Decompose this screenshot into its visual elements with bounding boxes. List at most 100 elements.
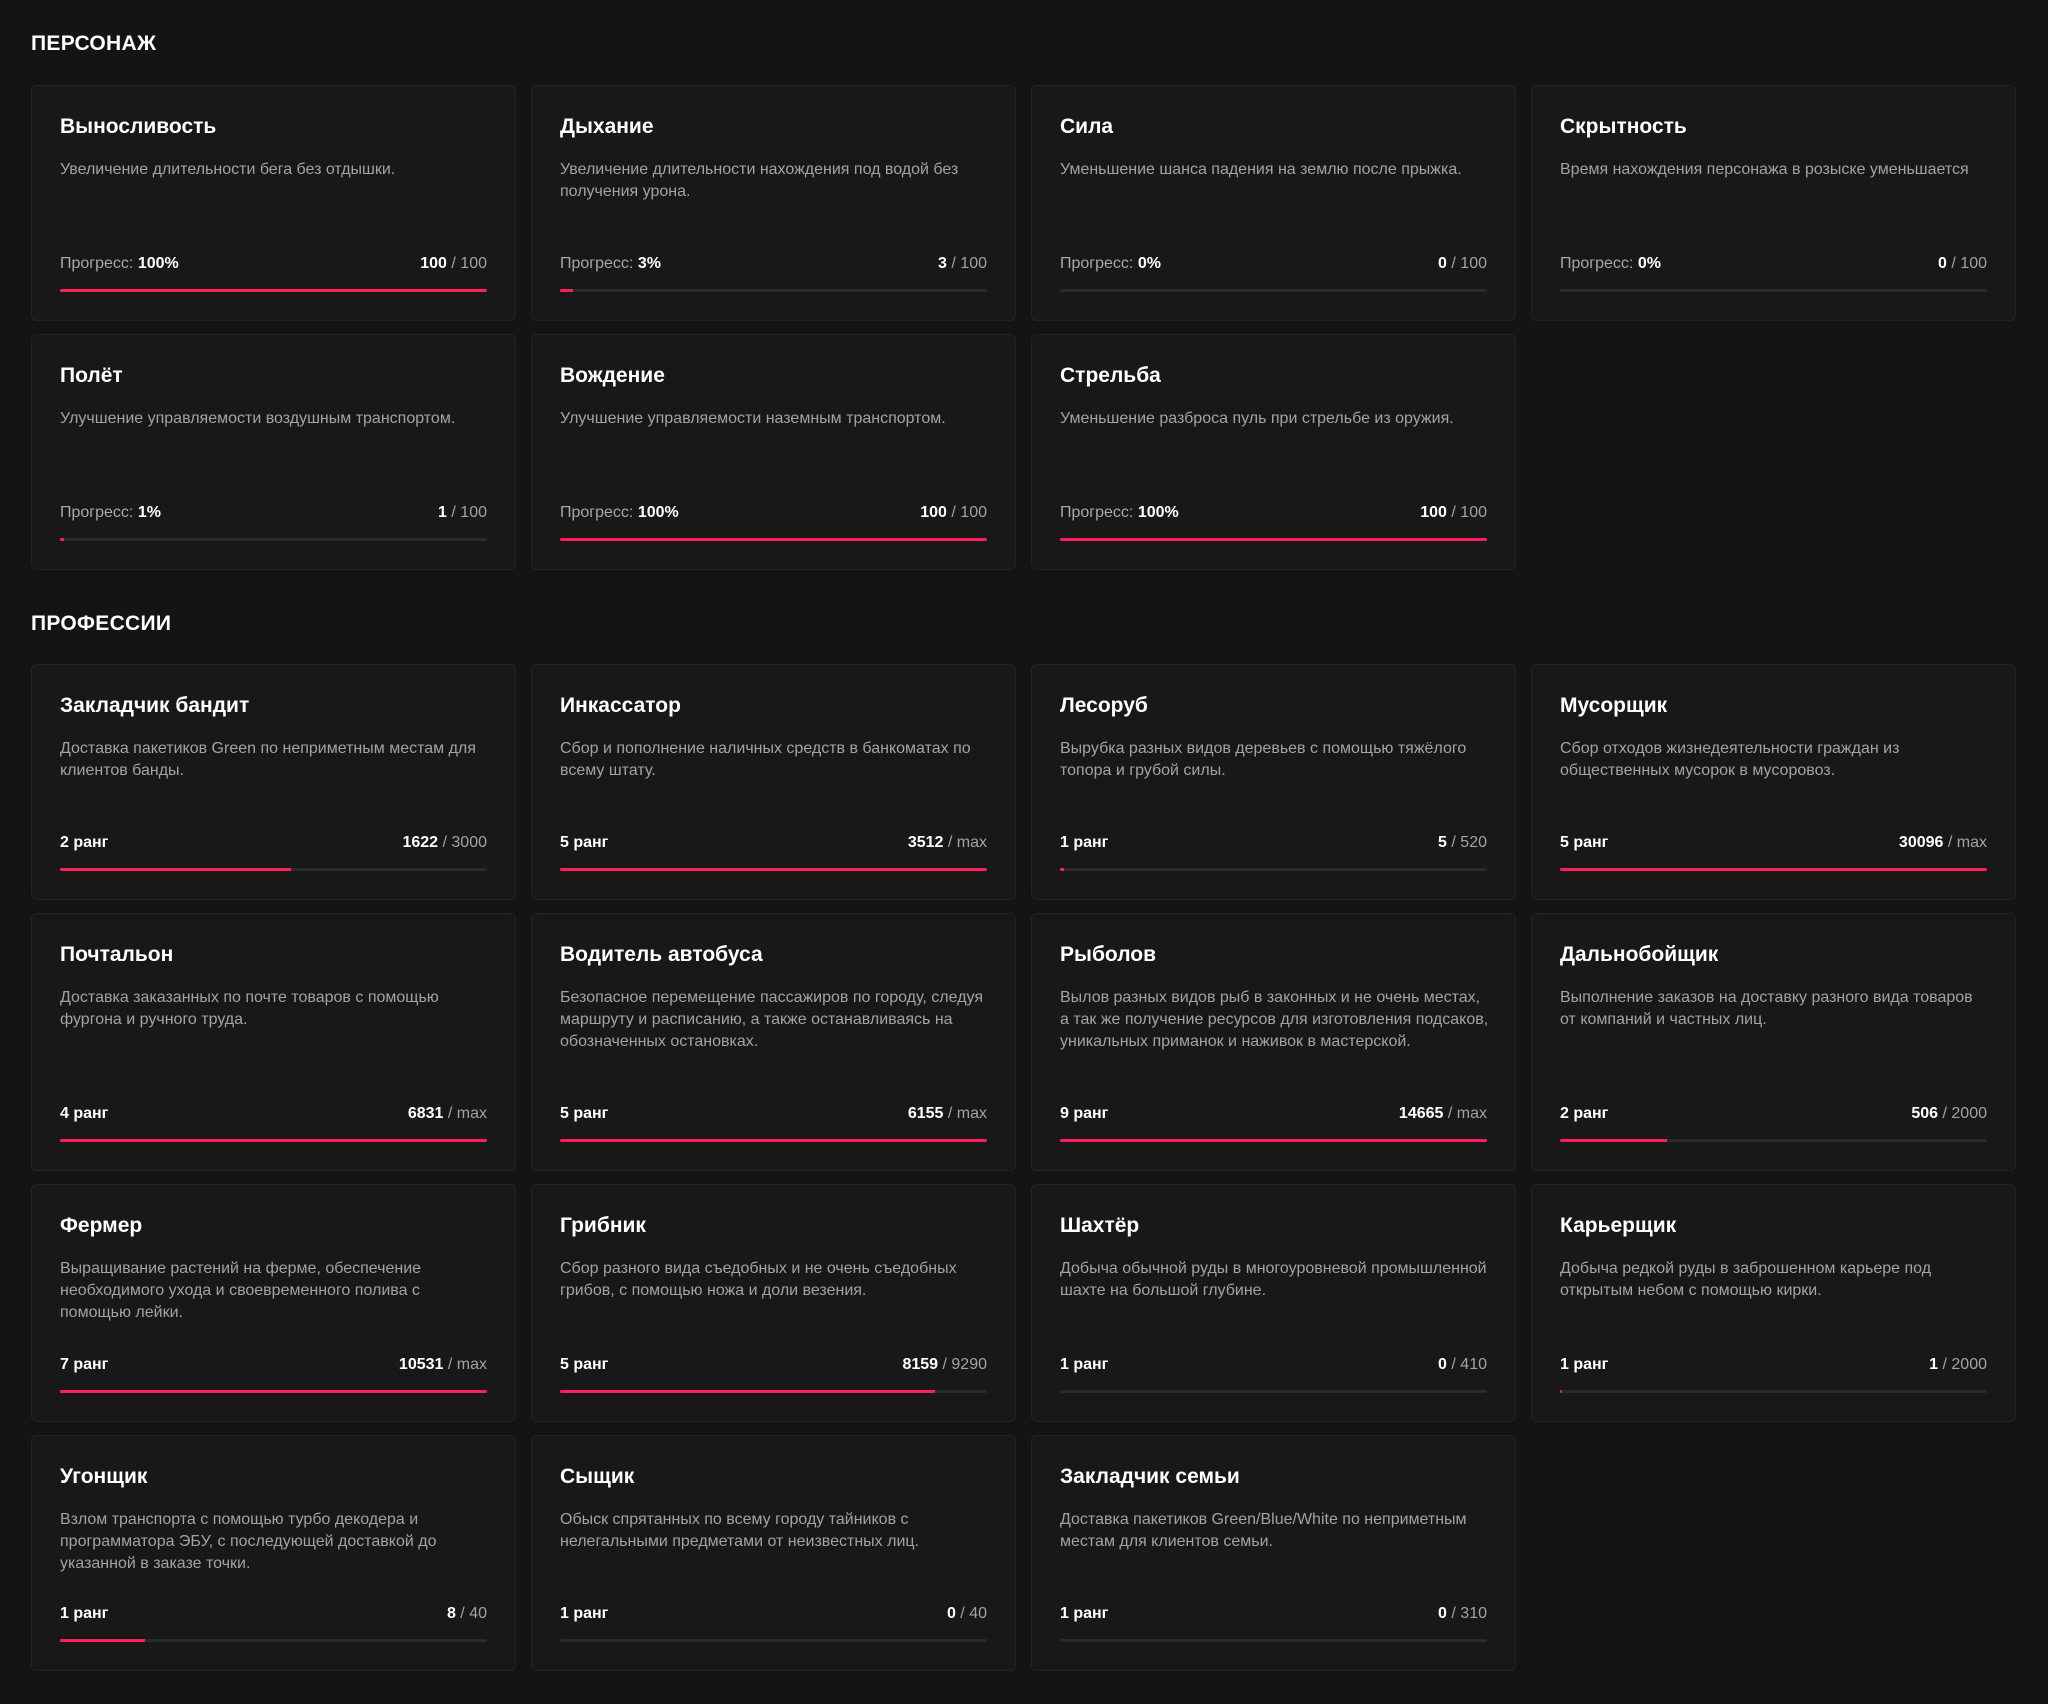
progress-left: 5 ранг <box>560 1355 608 1375</box>
progress-total: 2000 <box>1951 1356 1987 1373</box>
progress-left: 2 ранг <box>60 833 108 853</box>
card-title: Скрытность <box>1560 115 1687 138</box>
progress-count: 6831 / max <box>407 1105 487 1122</box>
progress-row: 4 ранг 6831 / max <box>60 1104 487 1124</box>
progress-row: Прогресс: 0% 0 / 100 <box>1060 254 1487 274</box>
progress-row: 1 ранг 8 / 40 <box>60 1604 487 1624</box>
profession-card: Фермер Выращивание растений на ферме, обе… <box>31 1184 516 1422</box>
progress-current: 6831 <box>407 1105 444 1122</box>
progress-bar-fill <box>60 868 291 871</box>
progress-bar <box>60 1639 487 1642</box>
progress-current: 100 <box>1420 504 1447 521</box>
progress-total: 40 <box>969 1605 987 1622</box>
progress-current: 506 <box>1911 1105 1939 1122</box>
profession-card: Инкассатор Сбор и пополнение наличных сре… <box>531 664 1016 900</box>
progress-row: 5 ранг 3512 / max <box>560 833 987 853</box>
card-description: Доставка пакетиков Green/Blue/White по н… <box>1060 1511 1467 1550</box>
card-title: Инкассатор <box>560 694 681 717</box>
progress-label: Прогресс: <box>1060 504 1134 521</box>
card-description: Безопасное перемещение пассажиров по гор… <box>560 989 984 1050</box>
progress-current: 8159 <box>902 1356 939 1373</box>
card-description: Улучшение управляемости наземным транспо… <box>560 410 946 427</box>
progress-bar <box>1060 1390 1487 1393</box>
progress-current: 100 <box>420 255 447 272</box>
card-description: Вырубка разных видов деревьев с помощью … <box>1060 740 1467 779</box>
progress-count: 3 / 100 <box>938 255 987 272</box>
card-description: Взлом транспорта с помощью турбо декодер… <box>60 1511 437 1572</box>
progress-count: 30096 / max <box>1898 834 1987 851</box>
profession-card: Рыболов Вылов разных видов рыб в законных… <box>1031 913 1516 1171</box>
card-title: Закладчик бандит <box>60 694 250 717</box>
progress-bar-fill <box>60 538 65 541</box>
progress-total: 100 <box>1460 504 1487 521</box>
progress-label: Прогресс: <box>60 504 134 521</box>
progress-current: 5 <box>1438 834 1447 851</box>
profession-card: Карьерщик Добыча редкой руды в заброшенно… <box>1531 1184 2016 1422</box>
progress-count: 1 / 2000 <box>1929 1356 1987 1373</box>
progress-row: 7 ранг 10531 / max <box>60 1355 487 1375</box>
progress-total: 9290 <box>951 1356 987 1373</box>
rank-label: 9 ранг <box>1060 1105 1109 1122</box>
section-title-character: ПЕРСОНАЖ <box>31 32 157 55</box>
progress-bar-fill <box>560 1390 935 1393</box>
rank-label: 5 ранг <box>560 834 609 851</box>
card-title: Выносливость <box>60 115 217 138</box>
progress-row: 2 ранг 506 / 2000 <box>1560 1104 1987 1124</box>
progress-total: 100 <box>460 504 487 521</box>
progress-current: 0 <box>1438 255 1447 272</box>
card-description: Уменьшение разброса пуль при стрельбе из… <box>1060 410 1454 427</box>
progress-current: 6155 <box>907 1105 944 1122</box>
progress-total: max <box>956 834 987 851</box>
rank-label: 5 ранг <box>560 1105 609 1122</box>
progress-total: max <box>456 1356 487 1373</box>
progress-count: 0 / 410 <box>1438 1356 1487 1373</box>
card-description: Выполнение заказов на доставку разного в… <box>1560 989 1973 1028</box>
progress-bar-fill <box>1560 1390 1563 1393</box>
progress-left: 1 ранг <box>1060 1355 1108 1375</box>
skill-card: Выносливость Увеличение длительности бега… <box>31 85 516 321</box>
progress-current: 3 <box>938 255 947 272</box>
progress-total: 3000 <box>451 834 487 851</box>
progress-bar-fill <box>60 1139 487 1142</box>
progress-current: 30096 <box>1898 834 1944 851</box>
progress-bar <box>1560 1390 1987 1393</box>
card-title: Карьерщик <box>1560 1214 1677 1237</box>
card-description: Улучшение управляемости воздушным трансп… <box>60 410 456 427</box>
progress-left: Прогресс: 1% <box>60 503 161 523</box>
progress-current: 0 <box>1438 1605 1447 1622</box>
rank-label: 5 ранг <box>1560 834 1609 851</box>
progress-count: 100 / 100 <box>1420 504 1487 521</box>
progress-left: 5 ранг <box>560 833 608 853</box>
card-description: Сбор разного вида съедобных и не очень с… <box>560 1260 957 1299</box>
progress-left: Прогресс: 100% <box>60 254 179 274</box>
rank-label: 5 ранг <box>560 1356 609 1373</box>
profession-card: Закладчик бандит Доставка пакетиков Green… <box>31 664 516 900</box>
progress-count: 0 / 40 <box>946 1605 987 1622</box>
progress-bar <box>60 538 487 541</box>
progress-left: 2 ранг <box>1560 1104 1608 1124</box>
progress-bar <box>1060 1139 1487 1142</box>
progress-bar-fill <box>1060 538 1487 541</box>
progress-bar-fill <box>60 289 487 292</box>
progress-current: 1 <box>438 504 447 521</box>
card-description: Выращивание растений на ферме, обеспечен… <box>60 1260 422 1321</box>
progress-bar-fill <box>1560 1139 1667 1142</box>
progress-bar-fill <box>1060 868 1065 871</box>
progress-percent: 3% <box>637 255 661 272</box>
card-title: Вождение <box>560 364 665 387</box>
card-title: Лесоруб <box>1060 694 1148 717</box>
progress-left: Прогресс: 3% <box>560 254 661 274</box>
skill-card: Дыхание Увеличение длительности нахождени… <box>531 85 1016 321</box>
progress-total: 100 <box>1460 255 1487 272</box>
progress-percent: 0% <box>1637 255 1661 272</box>
card-title: Грибник <box>560 1214 646 1237</box>
skill-card: Скрытность Время нахождения персонажа в р… <box>1531 85 2016 321</box>
card-title: Фермер <box>60 1214 143 1237</box>
progress-count: 100 / 100 <box>920 504 987 521</box>
progress-count: 0 / 100 <box>1938 255 1987 272</box>
progress-row: 5 ранг 6155 / max <box>560 1104 987 1124</box>
card-title: Дальнобойщик <box>1560 943 1719 966</box>
progress-count: 5 / 520 <box>1438 834 1487 851</box>
card-description: Время нахождения персонажа в розыске уме… <box>1560 161 1969 178</box>
progress-total: 40 <box>469 1605 487 1622</box>
